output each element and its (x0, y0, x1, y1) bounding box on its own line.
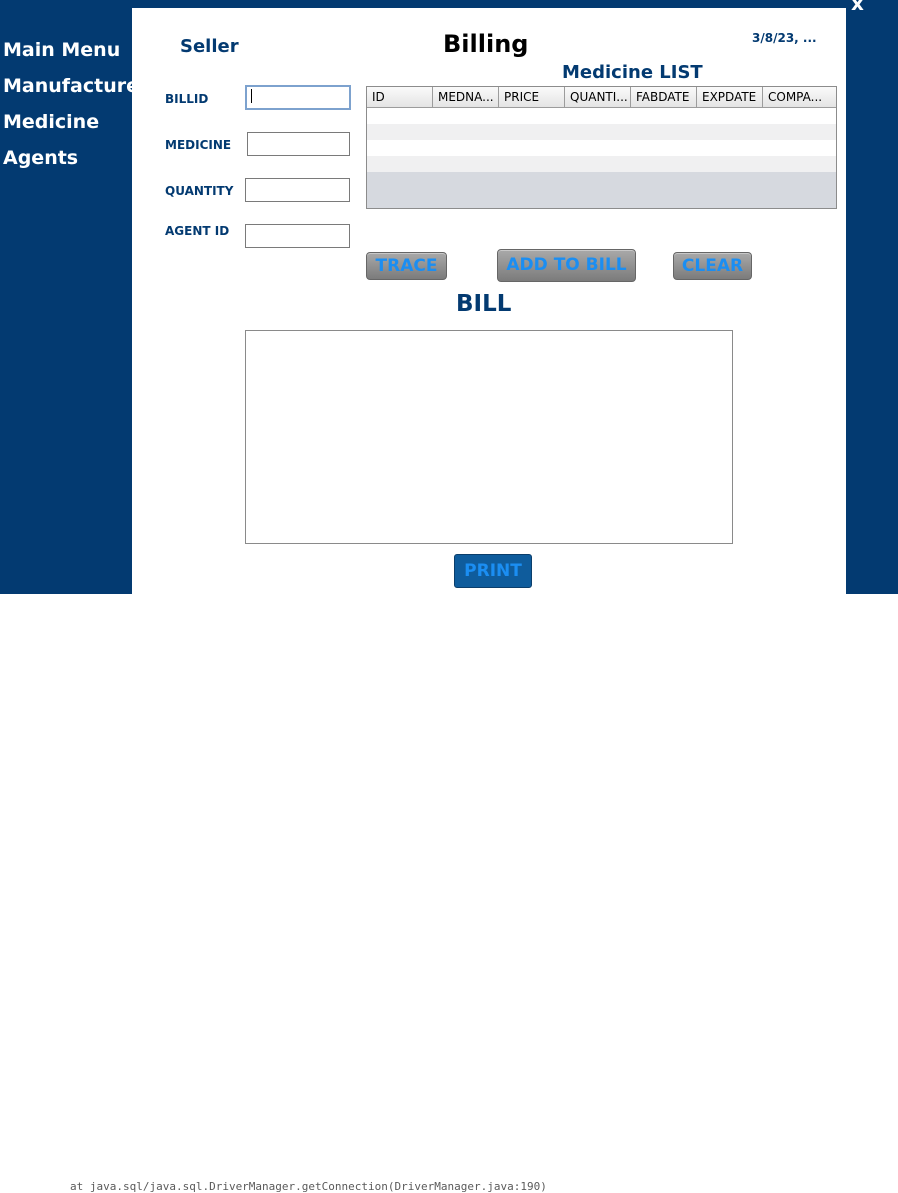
agent-id-input[interactable] (245, 224, 350, 248)
sidebar-nav: Main Menu Manufacturer Medicine Agents (3, 38, 148, 182)
page-title: Billing (443, 30, 529, 58)
bill-textarea[interactable] (245, 330, 733, 544)
sidebar-item-main-menu[interactable]: Main Menu (3, 38, 148, 74)
table-row (367, 124, 836, 140)
text-caret (251, 89, 252, 103)
column-header-price[interactable]: PRICE (499, 87, 565, 107)
background-code-text: at java.sql/java.sql.DriverManager.getCo… (70, 1180, 547, 1193)
table-row (367, 140, 836, 156)
close-button[interactable]: x (851, 0, 864, 15)
column-header-medname[interactable]: MEDNA... (433, 87, 499, 107)
quantity-input[interactable] (245, 178, 350, 202)
table-row (367, 108, 836, 124)
table-header: ID MEDNA... PRICE QUANTI... FABDATE EXPD… (367, 87, 836, 108)
billid-label: BILLID (165, 92, 209, 106)
medicine-input[interactable] (247, 132, 350, 156)
column-header-quantity[interactable]: QUANTI... (565, 87, 631, 107)
sidebar-item-agents[interactable]: Agents (3, 146, 148, 182)
column-header-id[interactable]: ID (367, 87, 433, 107)
medicine-table[interactable]: ID MEDNA... PRICE QUANTI... FABDATE EXPD… (366, 86, 837, 209)
billid-input[interactable] (245, 85, 351, 110)
column-header-fabdate[interactable]: FABDATE (631, 87, 697, 107)
clear-button[interactable]: CLEAR (673, 252, 752, 280)
billing-window: x Main Menu Manufacturer Medicine Agents… (0, 0, 898, 594)
agent-id-label: AGENT ID (165, 224, 230, 238)
sidebar-item-manufacturer[interactable]: Manufacturer (3, 74, 148, 110)
seller-label: Seller (180, 36, 239, 57)
table-row (367, 156, 836, 172)
print-button[interactable]: PRINT (454, 554, 532, 588)
medicine-label: MEDICINE (165, 138, 232, 152)
trace-button[interactable]: TRACE (366, 252, 447, 280)
sidebar-item-medicine[interactable]: Medicine (3, 110, 148, 146)
medicine-list-title: Medicine LIST (562, 62, 703, 83)
add-to-bill-button[interactable]: ADD TO BILL (497, 249, 636, 282)
column-header-company[interactable]: COMPA... (763, 87, 836, 107)
column-header-expdate[interactable]: EXPDATE (697, 87, 763, 107)
quantity-label: QUANTITY (165, 184, 234, 198)
billing-panel: Seller Billing 3/8/23, ... Medicine LIST… (132, 8, 846, 594)
date-label: 3/8/23, ... (752, 31, 817, 45)
bill-title: BILL (456, 291, 512, 317)
